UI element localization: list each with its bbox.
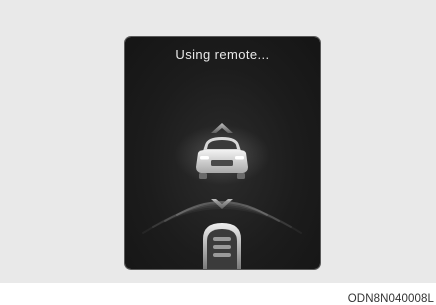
- figure-code: ODN8N040008L: [347, 293, 434, 305]
- cluster-display: Using remote...: [125, 37, 320, 269]
- remote-parking-scene: [142, 123, 302, 269]
- remote-key-icon: [203, 223, 241, 269]
